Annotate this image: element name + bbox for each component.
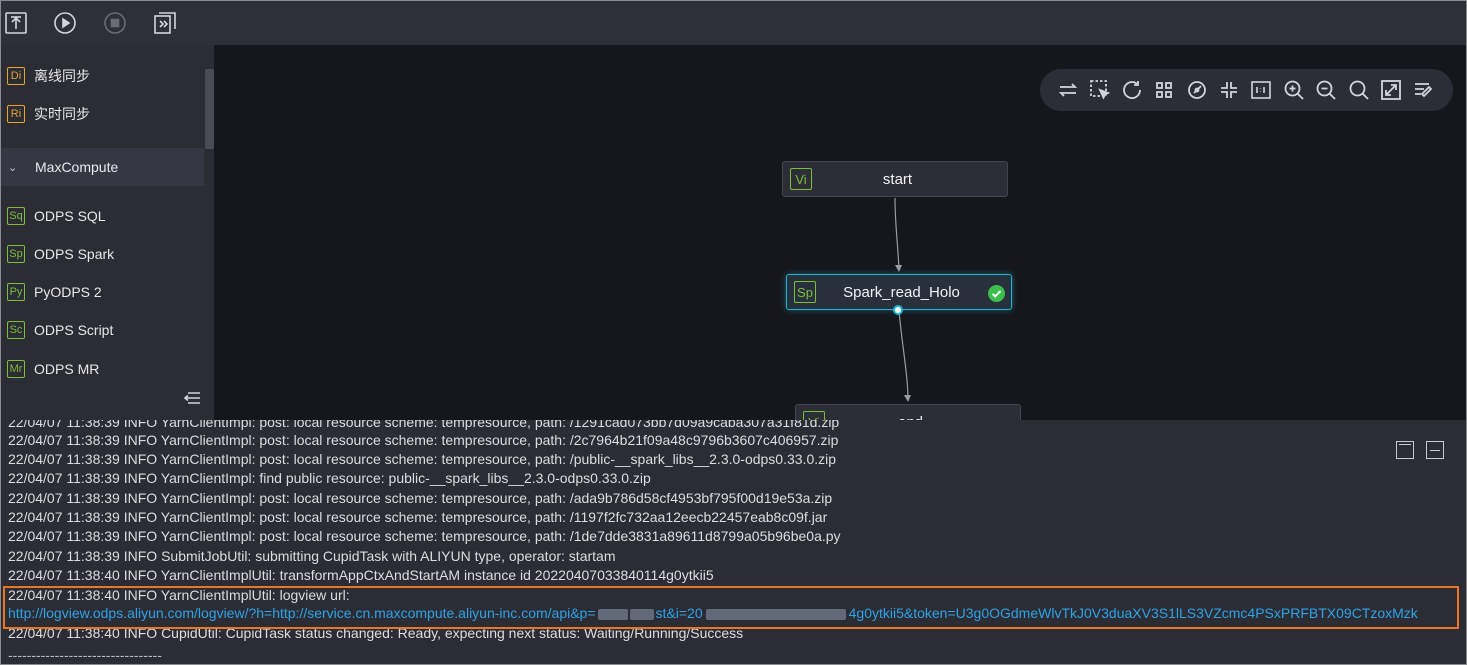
virtual-node-icon: Vi — [803, 411, 825, 420]
run-log-panel: 22/04/07 11:38:39 INFO YarnClientImpl: p… — [0, 420, 1467, 665]
search-icon[interactable] — [1347, 78, 1371, 102]
log-line: 22/04/07 11:38:39 INFO YarnClientImpl: p… — [8, 490, 833, 506]
refresh-icon[interactable] — [1120, 78, 1144, 102]
node-sidebar: Di 离线同步 Ri 实时同步 ⌄ MaxCompute Sq ODPS SQL… — [0, 45, 214, 420]
log-line: 22/04/07 11:38:40 INFO YarnClientImplUti… — [8, 567, 714, 583]
canvas-tool-bar — [1040, 69, 1453, 111]
sq-icon: Sq — [7, 207, 25, 225]
box-select-icon[interactable] — [1088, 78, 1112, 102]
sidebar-item-label: ODPS SQL — [34, 208, 106, 224]
chevron-down-icon: ⌄ — [8, 161, 18, 174]
node-label: start — [882, 170, 913, 188]
node-start[interactable]: Vi start — [782, 161, 1008, 197]
workflow-canvas[interactable]: Vi start Sp Spark_read_Holo Vi end — [214, 45, 1467, 420]
sidebar-item-pyodps2[interactable]: Py PyODPS 2 — [0, 273, 204, 311]
ri-icon: Ri — [7, 105, 25, 123]
sidebar-item-label: ODPS Spark — [34, 246, 115, 262]
sidebar-item-label: 实时同步 — [34, 106, 90, 122]
log-line: 22/04/07 11:38:39 INFO SubmitJobUtil: su… — [8, 548, 616, 564]
node-end[interactable]: Vi end — [795, 404, 1021, 420]
sidebar-item-label: PyODPS 2 — [34, 284, 102, 300]
sidebar-item-odps-script[interactable]: Sc ODPS Script — [0, 311, 204, 349]
fullscreen-icon[interactable] — [1379, 78, 1403, 102]
run-icon[interactable] — [53, 11, 77, 35]
collapse-sidebar-icon[interactable] — [183, 389, 201, 407]
spark-node-icon: Sp — [794, 281, 816, 303]
sidebar-group-label: MaxCompute — [35, 159, 119, 175]
shrink-icon[interactable] — [1217, 78, 1241, 102]
locate-icon[interactable] — [1185, 78, 1209, 102]
swap-direction-icon[interactable] — [1056, 78, 1080, 102]
zoom-out-icon[interactable] — [1314, 78, 1338, 102]
log-line: 22/04/07 11:38:39 INFO YarnClientImpl: p… — [8, 451, 837, 467]
maximize-panel-icon[interactable] — [1396, 441, 1414, 459]
virtual-node-icon: Vi — [790, 168, 812, 190]
actual-size-icon[interactable] — [1249, 78, 1273, 102]
log-line: 22/04/07 11:38:39 INFO YarnClientImpl: p… — [8, 528, 841, 544]
sidebar-item-odps-mr[interactable]: Mr ODPS MR — [0, 350, 204, 388]
sidebar-item-odps-spark[interactable]: Sp ODPS Spark — [0, 235, 204, 273]
sidebar-group-maxcompute[interactable]: ⌄ MaxCompute — [0, 148, 204, 186]
log-separator: --------------------------------- — [8, 647, 162, 663]
node-label: Spark_read_Holo — [843, 283, 960, 301]
mr-icon: Mr — [7, 360, 25, 378]
grid-layout-icon[interactable] — [1152, 78, 1176, 102]
log-line: 22/04/07 11:38:39 INFO YarnClientImpl: p… — [8, 432, 839, 448]
minimize-panel-icon[interactable] — [1426, 441, 1444, 459]
stop-icon[interactable] — [103, 11, 127, 35]
di-icon: Di — [7, 67, 25, 85]
edge-arrow — [895, 265, 902, 272]
sp-icon: Sp — [7, 245, 25, 263]
sidebar-item-label: 离线同步 — [34, 68, 90, 84]
highlight-box — [3, 586, 1459, 629]
edge-arrow — [904, 395, 911, 402]
log-line: 22/04/07 11:38:39 INFO YarnClientImpl: f… — [8, 470, 651, 486]
sidebar-item-offline-sync[interactable]: Di 离线同步 — [0, 57, 204, 95]
zoom-in-icon[interactable] — [1282, 78, 1306, 102]
success-check-icon — [988, 285, 1005, 302]
edge-spark-end — [898, 310, 909, 402]
sidebar-item-label: ODPS Script — [34, 322, 114, 338]
edge-start-spark — [894, 197, 900, 271]
py-icon: Py — [7, 283, 25, 301]
sidebar-item-odps-sql[interactable]: Sq ODPS SQL — [0, 197, 204, 235]
top-toolbar — [0, 0, 1467, 46]
output-port[interactable] — [893, 305, 903, 315]
deploy-icon[interactable] — [153, 11, 177, 35]
format-icon[interactable] — [1411, 78, 1435, 102]
submit-icon[interactable] — [4, 11, 28, 35]
sidebar-item-label: ODPS MR — [34, 361, 100, 377]
sidebar-item-realtime-sync[interactable]: Ri 实时同步 — [0, 95, 204, 133]
sidebar-scrollbar-thumb[interactable] — [205, 69, 214, 149]
sc-icon: Sc — [7, 321, 25, 339]
log-line: 22/04/07 11:38:39 INFO YarnClientImpl: p… — [8, 509, 828, 525]
